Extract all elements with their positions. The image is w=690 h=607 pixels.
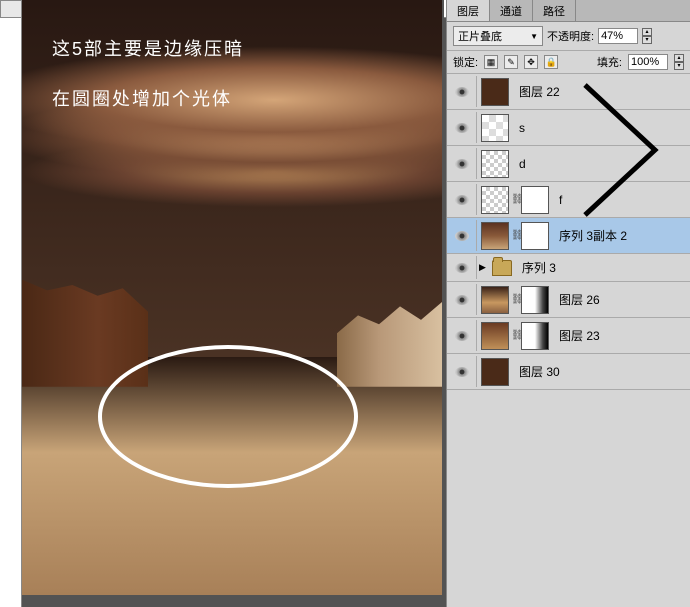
lock-label: 锁定: xyxy=(453,54,478,70)
eye-icon xyxy=(455,331,469,341)
visibility-toggle[interactable] xyxy=(447,220,477,251)
layer-thumbnail[interactable] xyxy=(481,286,509,314)
visibility-toggle[interactable] xyxy=(447,356,477,387)
layer-row[interactable]: d xyxy=(447,146,690,182)
visibility-toggle[interactable] xyxy=(447,284,477,315)
link-icon: ⛓ xyxy=(511,230,519,241)
layer-thumbnail[interactable] xyxy=(481,358,509,386)
layer-row[interactable]: ⛓ 图层 23 xyxy=(447,318,690,354)
layer-row[interactable]: ⛓ 图层 26 xyxy=(447,282,690,318)
layer-name[interactable]: 图层 26 xyxy=(553,291,600,308)
lock-fill-row: 锁定: ▦ ✎ ✥ 🔒 填充: 100% ▴▾ xyxy=(447,51,690,74)
eye-icon xyxy=(455,87,469,97)
canvas-image: 这5部主要是边缘压暗 在圆圈处增加个光体 xyxy=(22,0,442,595)
layer-group-row[interactable]: ▶ 序列 3 xyxy=(447,254,690,282)
mask-thumbnail[interactable] xyxy=(521,186,549,214)
fill-label: 填充: xyxy=(597,54,622,70)
link-icon: ⛓ xyxy=(511,294,519,305)
folder-icon xyxy=(492,260,512,276)
annotation-circle xyxy=(98,345,358,488)
layer-row[interactable]: 图层 30 xyxy=(447,354,690,390)
layer-name[interactable]: 图层 22 xyxy=(513,83,560,100)
tab-paths[interactable]: 路径 xyxy=(533,0,576,21)
visibility-toggle[interactable] xyxy=(447,320,477,351)
visibility-toggle[interactable] xyxy=(447,256,477,279)
fill-input[interactable]: 100% xyxy=(628,54,668,70)
eye-icon xyxy=(455,195,469,205)
layer-thumbnail[interactable] xyxy=(481,322,509,350)
layer-row[interactable]: ⛓ f xyxy=(447,182,690,218)
layer-name[interactable]: s xyxy=(513,121,525,135)
layer-thumbnail[interactable] xyxy=(481,78,509,106)
tab-layers[interactable]: 图层 xyxy=(447,0,490,21)
layer-name[interactable]: 图层 30 xyxy=(513,363,560,380)
canvas-area[interactable]: 这5部主要是边缘压暗 在圆圈处增加个光体 xyxy=(22,0,444,607)
eye-icon xyxy=(455,123,469,133)
opacity-input[interactable]: 47% xyxy=(598,28,638,44)
layer-row[interactable]: s xyxy=(447,110,690,146)
tab-channels[interactable]: 通道 xyxy=(490,0,533,21)
panel-tabs: 图层 通道 路径 xyxy=(447,0,690,22)
fill-stepper[interactable]: ▴▾ xyxy=(674,54,684,70)
eye-icon xyxy=(455,231,469,241)
layer-name[interactable]: 序列 3副本 2 xyxy=(553,227,627,244)
lock-transparency-icon[interactable]: ▦ xyxy=(484,55,498,69)
layer-thumbnail[interactable] xyxy=(481,186,509,214)
ruler-vertical xyxy=(0,18,22,607)
layer-thumbnail[interactable] xyxy=(481,114,509,142)
eye-icon xyxy=(455,367,469,377)
mask-thumbnail[interactable] xyxy=(521,322,549,350)
layer-name[interactable]: 序列 3 xyxy=(516,259,556,276)
layer-name[interactable]: 图层 23 xyxy=(553,327,600,344)
group-expand-icon[interactable]: ▶ xyxy=(477,262,488,273)
link-icon: ⛓ xyxy=(511,330,519,341)
annotation-text-2: 在圆圈处增加个光体 xyxy=(52,85,232,111)
visibility-toggle[interactable] xyxy=(447,148,477,179)
visibility-toggle[interactable] xyxy=(447,112,477,143)
visibility-toggle[interactable] xyxy=(447,76,477,107)
blend-opacity-row: 正片叠底 ▼ 不透明度: 47% ▴▾ xyxy=(447,22,690,51)
mask-thumbnail[interactable] xyxy=(521,286,549,314)
layer-thumbnail[interactable] xyxy=(481,150,509,178)
opacity-stepper[interactable]: ▴▾ xyxy=(642,28,652,44)
layers-list: 图层 22 s d ⛓ f ⛓ xyxy=(447,74,690,390)
eye-icon xyxy=(455,263,469,273)
link-icon: ⛓ xyxy=(511,194,519,205)
annotation-text-1: 这5部主要是边缘压暗 xyxy=(52,35,244,61)
lock-pixels-icon[interactable]: ✎ xyxy=(504,55,518,69)
lock-position-icon[interactable]: ✥ xyxy=(524,55,538,69)
layer-name[interactable]: f xyxy=(553,193,562,207)
ruler-corner xyxy=(0,0,22,18)
eye-icon xyxy=(455,295,469,305)
mask-thumbnail[interactable] xyxy=(521,222,549,250)
layer-name[interactable]: d xyxy=(513,157,526,171)
visibility-toggle[interactable] xyxy=(447,184,477,215)
blend-mode-value: 正片叠底 xyxy=(458,28,502,44)
lock-all-icon[interactable]: 🔒 xyxy=(544,55,558,69)
layer-thumbnail[interactable] xyxy=(481,222,509,250)
eye-icon xyxy=(455,159,469,169)
chevron-down-icon: ▼ xyxy=(530,32,538,41)
layer-row[interactable]: 图层 22 xyxy=(447,74,690,110)
blend-mode-dropdown[interactable]: 正片叠底 ▼ xyxy=(453,26,543,46)
opacity-label: 不透明度: xyxy=(547,28,594,44)
layers-panel: 图层 通道 路径 正片叠底 ▼ 不透明度: 47% ▴▾ 锁定: ▦ ✎ ✥ 🔒… xyxy=(446,0,690,607)
layer-row[interactable]: ⛓ 序列 3副本 2 xyxy=(447,218,690,254)
